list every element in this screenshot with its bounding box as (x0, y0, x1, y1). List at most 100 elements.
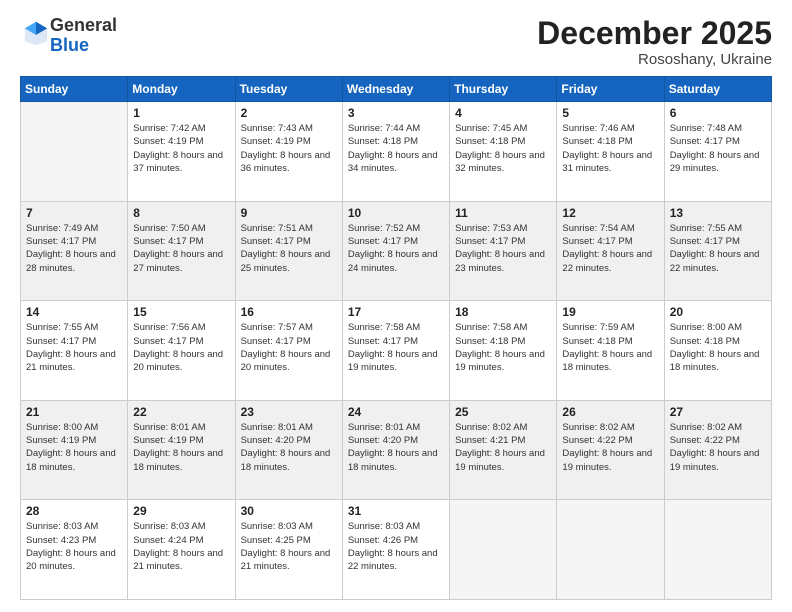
page: General Blue December 2025 Rososhany, Uk… (0, 0, 792, 612)
day-number: 30 (241, 504, 338, 518)
calendar-cell: 24 Sunrise: 8:01 AMSunset: 4:20 PMDayligh… (342, 400, 449, 500)
day-number: 18 (455, 305, 552, 319)
calendar-cell: 30Sunrise: 8:03 AMSunset: 4:25 PMDayligh… (235, 500, 342, 600)
location: Rososhany, Ukraine (537, 51, 772, 68)
day-number: 3 (348, 106, 445, 120)
calendar-cell: 1Sunrise: 7:42 AMSunset: 4:19 PMDaylight… (128, 102, 235, 202)
cell-text: Sunrise: 7:55 AMSunset: 4:17 PMDaylight:… (670, 222, 767, 275)
cell-text: Sunrise: 8:03 AMSunset: 4:24 PMDaylight:… (133, 520, 230, 573)
calendar-cell: 26 Sunrise: 8:02 AMSunset: 4:22 PMDayligh… (557, 400, 664, 500)
calendar-col-monday: Monday (128, 77, 235, 102)
calendar-cell: 17 Sunrise: 7:58 AMSunset: 4:17 PMDayligh… (342, 301, 449, 401)
calendar-cell: 3Sunrise: 7:44 AMSunset: 4:18 PMDaylight… (342, 102, 449, 202)
calendar-cell: 25Sunrise: 8:02 AMSunset: 4:21 PMDayligh… (450, 400, 557, 500)
calendar-cell: 16 Sunrise: 7:57 AMSunset: 4:17 PMDayligh… (235, 301, 342, 401)
calendar-cell: 8Sunrise: 7:50 AMSunset: 4:17 PMDaylight… (128, 201, 235, 301)
day-number: 25 (455, 405, 552, 419)
cell-text: Sunrise: 7:59 AMSunset: 4:18 PMDaylight:… (562, 321, 659, 374)
day-number: 2 (241, 106, 338, 120)
calendar-col-saturday: Saturday (664, 77, 771, 102)
calendar-table: SundayMondayTuesdayWednesdayThursdayFrid… (20, 76, 772, 600)
cell-text: Sunrise: 7:57 AMSunset: 4:17 PMDaylight:… (241, 321, 338, 374)
cell-text: Sunrise: 8:01 AMSunset: 4:20 PMDaylight:… (241, 421, 338, 474)
logo: General Blue (20, 16, 117, 56)
day-number: 10 (348, 206, 445, 220)
cell-text: Sunrise: 7:58 AMSunset: 4:17 PMDaylight:… (348, 321, 445, 374)
cell-text: Sunrise: 7:49 AMSunset: 4:17 PMDaylight:… (26, 222, 123, 275)
cell-text: Sunrise: 8:00 AMSunset: 4:18 PMDaylight:… (670, 321, 767, 374)
cell-text: Sunrise: 8:01 AMSunset: 4:20 PMDaylight:… (348, 421, 445, 474)
calendar-cell (21, 102, 128, 202)
cell-text: Sunrise: 7:43 AMSunset: 4:19 PMDaylight:… (241, 122, 338, 175)
cell-text: Sunrise: 7:50 AMSunset: 4:17 PMDaylight:… (133, 222, 230, 275)
calendar-cell: 7Sunrise: 7:49 AMSunset: 4:17 PMDaylight… (21, 201, 128, 301)
day-number: 9 (241, 206, 338, 220)
day-number: 17 (348, 305, 445, 319)
day-number: 11 (455, 206, 552, 220)
calendar-cell: 22 Sunrise: 8:01 AMSunset: 4:19 PMDayligh… (128, 400, 235, 500)
day-number: 15 (133, 305, 230, 319)
calendar-cell: 5 Sunrise: 7:46 AMSunset: 4:18 PMDaylight… (557, 102, 664, 202)
cell-text: Sunrise: 8:00 AMSunset: 4:19 PMDaylight:… (26, 421, 123, 474)
calendar-cell: 13 Sunrise: 7:55 AMSunset: 4:17 PMDayligh… (664, 201, 771, 301)
day-number: 29 (133, 504, 230, 518)
cell-text: Sunrise: 7:46 AMSunset: 4:18 PMDaylight:… (562, 122, 659, 175)
calendar-cell: 31 Sunrise: 8:03 AMSunset: 4:26 PMDayligh… (342, 500, 449, 600)
calendar-cell: 19 Sunrise: 7:59 AMSunset: 4:18 PMDayligh… (557, 301, 664, 401)
cell-text: Sunrise: 8:03 AMSunset: 4:26 PMDaylight:… (348, 520, 445, 573)
calendar-cell: 10 Sunrise: 7:52 AMSunset: 4:17 PMDayligh… (342, 201, 449, 301)
day-number: 13 (670, 206, 767, 220)
cell-text: Sunrise: 8:02 AMSunset: 4:22 PMDaylight:… (670, 421, 767, 474)
logo-general-text: General (50, 15, 117, 35)
day-number: 28 (26, 504, 123, 518)
calendar-col-tuesday: Tuesday (235, 77, 342, 102)
cell-text: Sunrise: 7:51 AMSunset: 4:17 PMDaylight:… (241, 222, 338, 275)
day-number: 1 (133, 106, 230, 120)
calendar-cell: 4 Sunrise: 7:45 AMSunset: 4:18 PMDaylight… (450, 102, 557, 202)
cell-text: Sunrise: 8:02 AMSunset: 4:22 PMDaylight:… (562, 421, 659, 474)
day-number: 4 (455, 106, 552, 120)
day-number: 16 (241, 305, 338, 319)
cell-text: Sunrise: 8:03 AMSunset: 4:23 PMDaylight:… (26, 520, 123, 573)
calendar-cell: 12 Sunrise: 7:54 AMSunset: 4:17 PMDayligh… (557, 201, 664, 301)
calendar-cell: 11Sunrise: 7:53 AMSunset: 4:17 PMDayligh… (450, 201, 557, 301)
day-number: 24 (348, 405, 445, 419)
calendar-cell: 29 Sunrise: 8:03 AMSunset: 4:24 PMDayligh… (128, 500, 235, 600)
day-number: 19 (562, 305, 659, 319)
day-number: 12 (562, 206, 659, 220)
day-number: 31 (348, 504, 445, 518)
header: General Blue December 2025 Rososhany, Uk… (20, 16, 772, 68)
logo-icon (22, 19, 50, 47)
cell-text: Sunrise: 7:56 AMSunset: 4:17 PMDaylight:… (133, 321, 230, 374)
calendar-cell (664, 500, 771, 600)
calendar-cell: 15 Sunrise: 7:56 AMSunset: 4:17 PMDayligh… (128, 301, 235, 401)
day-number: 5 (562, 106, 659, 120)
calendar-week-row: 1Sunrise: 7:42 AMSunset: 4:19 PMDaylight… (21, 102, 772, 202)
calendar-col-wednesday: Wednesday (342, 77, 449, 102)
calendar-cell: 6Sunrise: 7:48 AMSunset: 4:17 PMDaylight… (664, 102, 771, 202)
cell-text: Sunrise: 7:45 AMSunset: 4:18 PMDaylight:… (455, 122, 552, 175)
month-title: December 2025 (537, 16, 772, 51)
logo-blue-text: Blue (50, 35, 89, 55)
calendar-col-friday: Friday (557, 77, 664, 102)
cell-text: Sunrise: 7:52 AMSunset: 4:17 PMDaylight:… (348, 222, 445, 275)
calendar-cell: 9 Sunrise: 7:51 AMSunset: 4:17 PMDaylight… (235, 201, 342, 301)
day-number: 26 (562, 405, 659, 419)
calendar-cell: 18Sunrise: 7:58 AMSunset: 4:18 PMDayligh… (450, 301, 557, 401)
cell-text: Sunrise: 7:54 AMSunset: 4:17 PMDaylight:… (562, 222, 659, 275)
day-number: 22 (133, 405, 230, 419)
day-number: 14 (26, 305, 123, 319)
calendar-cell: 21 Sunrise: 8:00 AMSunset: 4:19 PMDayligh… (21, 400, 128, 500)
calendar-week-row: 28 Sunrise: 8:03 AMSunset: 4:23 PMDayligh… (21, 500, 772, 600)
cell-text: Sunrise: 8:01 AMSunset: 4:19 PMDaylight:… (133, 421, 230, 474)
day-number: 20 (670, 305, 767, 319)
calendar-col-sunday: Sunday (21, 77, 128, 102)
day-number: 21 (26, 405, 123, 419)
calendar-cell (557, 500, 664, 600)
calendar-cell: 23Sunrise: 8:01 AMSunset: 4:20 PMDayligh… (235, 400, 342, 500)
calendar-week-row: 14Sunrise: 7:55 AMSunset: 4:17 PMDayligh… (21, 301, 772, 401)
calendar-cell: 2 Sunrise: 7:43 AMSunset: 4:19 PMDaylight… (235, 102, 342, 202)
title-block: December 2025 Rososhany, Ukraine (537, 16, 772, 68)
day-number: 6 (670, 106, 767, 120)
calendar-cell (450, 500, 557, 600)
